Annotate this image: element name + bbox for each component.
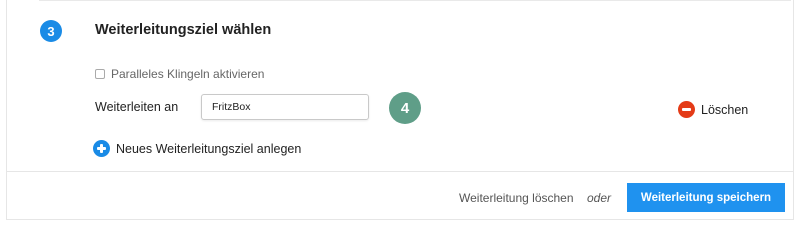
section-title: Weiterleitungsziel wählen xyxy=(95,22,272,38)
parallel-ringing-label: Paralleles Klingeln aktivieren xyxy=(111,67,265,81)
forward-target-input[interactable] xyxy=(201,94,369,120)
forward-to-label: Weiterleiten an xyxy=(95,100,179,114)
save-forwarding-button[interactable]: Weiterleitung speichern xyxy=(627,183,785,212)
parallel-ringing-checkbox[interactable] xyxy=(95,69,105,79)
delete-target-label: Löschen xyxy=(701,102,749,117)
delete-forwarding-link[interactable]: Weiterleitung löschen xyxy=(459,191,574,205)
forwarding-card: 3 Weiterleitungsziel wählen Paralleles K… xyxy=(6,0,794,220)
minus-circle-icon xyxy=(678,101,695,118)
add-target-label: Neues Weiterleitungsziel anlegen xyxy=(116,141,302,156)
add-target-button[interactable]: Neues Weiterleitungsziel anlegen xyxy=(93,140,301,157)
step-number-badge: 3 xyxy=(40,20,62,42)
top-divider xyxy=(39,0,791,1)
parallel-ringing-option[interactable]: Paralleles Klingeln aktivieren xyxy=(95,67,264,81)
footer-divider xyxy=(7,171,793,172)
annotation-badge: 4 xyxy=(389,92,421,124)
delete-target-button[interactable]: Löschen xyxy=(678,101,748,118)
or-separator: oder xyxy=(587,191,612,205)
plus-circle-icon xyxy=(93,140,110,157)
